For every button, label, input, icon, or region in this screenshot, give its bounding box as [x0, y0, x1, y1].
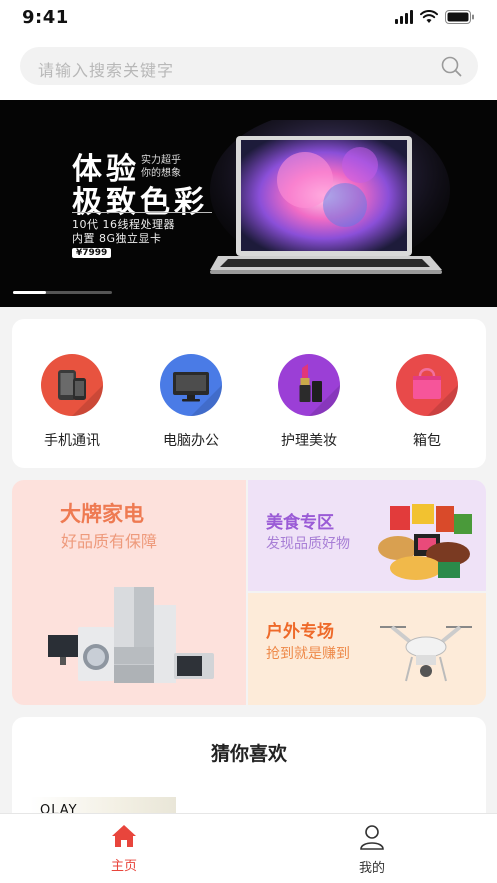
appliances-image [48, 587, 214, 683]
banner-spec-line2: 内置 8G独立显卡 [72, 232, 162, 245]
tab-profile[interactable]: 我的 [332, 824, 412, 876]
laptop-image [210, 120, 450, 274]
promo-food[interactable]: 美食专区 发现品质好物 [248, 480, 486, 591]
category-bags[interactable]: 箱包 [382, 354, 472, 450]
promo-appliances-title: 大牌家电 [60, 502, 144, 526]
promo-outdoor[interactable]: 户外专场 抢到就是赚到 [248, 593, 486, 705]
promo-banner[interactable]: 体验 极致色彩 实力超乎 你的想象 10代 16线程处理器 内置 8G独立显卡 … [0, 100, 497, 307]
signal-icon [395, 10, 413, 24]
category-phones[interactable]: 手机通讯 [27, 354, 117, 450]
search-bar-container: 请输入搜索关键字 [0, 36, 497, 100]
promo-outdoor-title: 户外专场 [266, 622, 334, 642]
recommend-title: 猜你喜欢 [210, 743, 287, 765]
food-image [378, 504, 472, 580]
search-icon[interactable] [441, 56, 462, 77]
banner-title-line2: 极致色彩 [72, 185, 208, 220]
battery-icon [445, 10, 474, 24]
category-label: 电脑办公 [163, 433, 219, 449]
category-beauty[interactable]: 护理美妆 [264, 354, 354, 450]
category-computers[interactable]: 电脑办公 [146, 354, 236, 450]
banner-divider [72, 212, 212, 213]
banner-price: ¥7999 [72, 248, 112, 258]
bag-icon [396, 354, 458, 416]
tab-home[interactable]: 主页 [84, 824, 164, 874]
user-icon [360, 825, 384, 850]
search-input[interactable]: 请输入搜索关键字 [20, 47, 478, 85]
drone-image [380, 625, 472, 682]
wifi-icon [420, 10, 438, 23]
promo-appliances[interactable]: 大牌家电 好品质有保障 [12, 480, 246, 705]
tab-profile-label: 我的 [358, 861, 385, 876]
banner-side-line2: 你的想象 [141, 168, 181, 179]
home-icon [112, 825, 136, 847]
promo-appliances-subtitle: 好品质有保障 [61, 532, 158, 551]
tab-bar: 主页 我的 [0, 813, 497, 883]
banner-progress-fill [13, 291, 46, 294]
category-label: 箱包 [413, 433, 441, 449]
status-bar: 9:41 [0, 0, 497, 36]
lipstick-icon [278, 354, 340, 416]
status-time: 9:41 [22, 7, 69, 28]
monitor-icon [160, 354, 222, 416]
promo-food-title: 美食专区 [266, 513, 334, 533]
phone-icon [41, 354, 103, 416]
promo-outdoor-subtitle: 抢到就是赚到 [266, 646, 350, 662]
promo-food-subtitle: 发现品质好物 [266, 536, 350, 552]
search-placeholder: 请输入搜索关键字 [38, 61, 175, 80]
category-label: 护理美妆 [281, 433, 337, 449]
category-card: 手机通讯 电脑办公 护理美妆 箱包 [12, 319, 486, 468]
status-icons [395, 10, 475, 24]
tab-home-label: 主页 [110, 859, 137, 874]
promo-grid: 大牌家电 好品质有保障 美食专区 发现品质好物 户外专场 抢到就是赚到 [12, 480, 486, 705]
banner-progress-indicator [13, 291, 112, 294]
category-label: 手机通讯 [44, 433, 100, 449]
